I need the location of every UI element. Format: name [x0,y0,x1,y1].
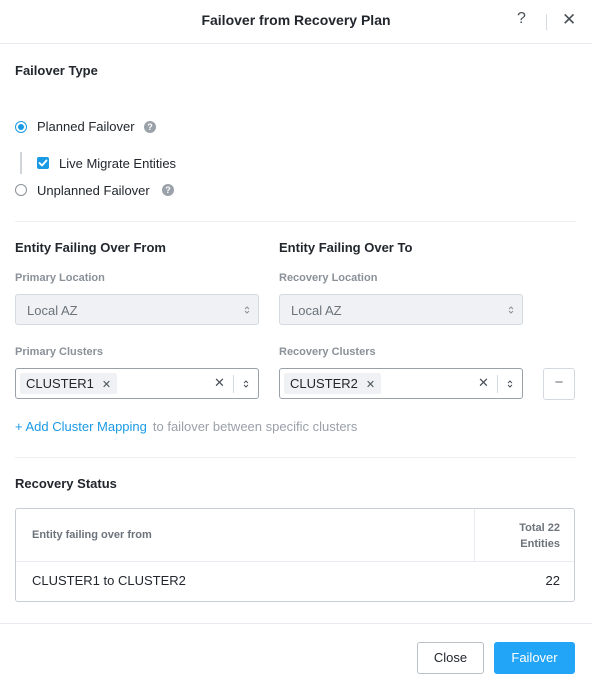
planned-failover-label[interactable]: Planned Failover [37,119,135,134]
chip-remove-icon[interactable]: ✕ [102,379,111,391]
clear-icon[interactable]: ✕ [478,375,489,391]
primary-location-value: Local AZ [27,303,78,318]
live-migrate-checkbox[interactable] [37,157,49,169]
remove-mapping-button[interactable]: − [543,368,575,400]
table-row-mapping: CLUSTER1 to CLUSTER2 [32,573,186,588]
select-divider [497,375,498,393]
recovery-location-select: Local AZ [279,294,523,325]
total-count-label: Total 22 [519,522,560,534]
chip-remove-icon[interactable]: ✕ [366,379,375,391]
clear-icon[interactable]: ✕ [214,375,225,391]
failover-button[interactable]: Failover [494,642,575,674]
header-divider [546,14,547,30]
primary-clusters-select[interactable]: CLUSTER1 ✕ ✕ [15,368,259,399]
add-cluster-mapping: + Add Cluster Mapping to failover between… [15,419,357,434]
cluster-chip: CLUSTER2 ✕ [284,373,382,394]
dialog-title: Failover from Recovery Plan [201,12,391,28]
footer-divider [0,623,592,624]
add-cluster-mapping-hint: to failover between specific clusters [152,419,358,434]
close-button[interactable]: Close [417,642,484,674]
unplanned-help-icon[interactable]: ? [162,184,174,196]
close-icon[interactable]: ✕ [562,10,576,30]
select-arrows-icon[interactable] [506,378,514,390]
section-divider [15,221,576,222]
check-icon [38,159,48,167]
indent-bar [20,152,22,174]
recovery-location-value: Local AZ [291,303,342,318]
failover-type-heading: Failover Type [15,63,98,78]
help-icon[interactable]: ? [517,10,526,28]
recovery-status-table: Entity failing over from Total 22 Entiti… [15,508,575,602]
planned-failover-radio[interactable] [15,121,27,133]
select-divider [233,375,234,393]
from-heading: Entity Failing Over From [15,240,166,255]
select-arrows-icon[interactable] [242,378,250,390]
section-divider [15,457,576,458]
cluster-chip-label: CLUSTER2 [290,376,358,391]
row-divider [16,561,574,562]
cluster-chip-label: CLUSTER1 [26,376,94,391]
cluster-chip: CLUSTER1 ✕ [20,373,118,394]
select-arrows-icon [244,306,250,314]
column-header-total: Total 22 Entities [519,520,560,552]
unplanned-failover-radio[interactable] [15,184,27,196]
recovery-clusters-label: Recovery Clusters [279,346,376,358]
recovery-location-label: Recovery Location [279,272,378,284]
dialog-header: Failover from Recovery Plan ? ✕ [0,0,592,44]
planned-help-icon[interactable]: ? [144,121,156,133]
to-heading: Entity Failing Over To [279,240,413,255]
recovery-clusters-select[interactable]: CLUSTER2 ✕ ✕ [279,368,523,399]
recovery-status-heading: Recovery Status [15,476,117,491]
primary-clusters-label: Primary Clusters [15,346,104,358]
select-arrows-icon [508,306,514,314]
total-entities-label: Entities [520,538,560,550]
column-header-entity: Entity failing over from [32,529,152,541]
unplanned-failover-label[interactable]: Unplanned Failover [37,183,150,198]
primary-location-select: Local AZ [15,294,259,325]
add-cluster-mapping-link[interactable]: + Add Cluster Mapping [15,419,147,434]
primary-location-label: Primary Location [15,272,105,284]
column-divider [474,509,475,561]
table-row-count: 22 [545,573,560,588]
live-migrate-label[interactable]: Live Migrate Entities [59,156,176,171]
